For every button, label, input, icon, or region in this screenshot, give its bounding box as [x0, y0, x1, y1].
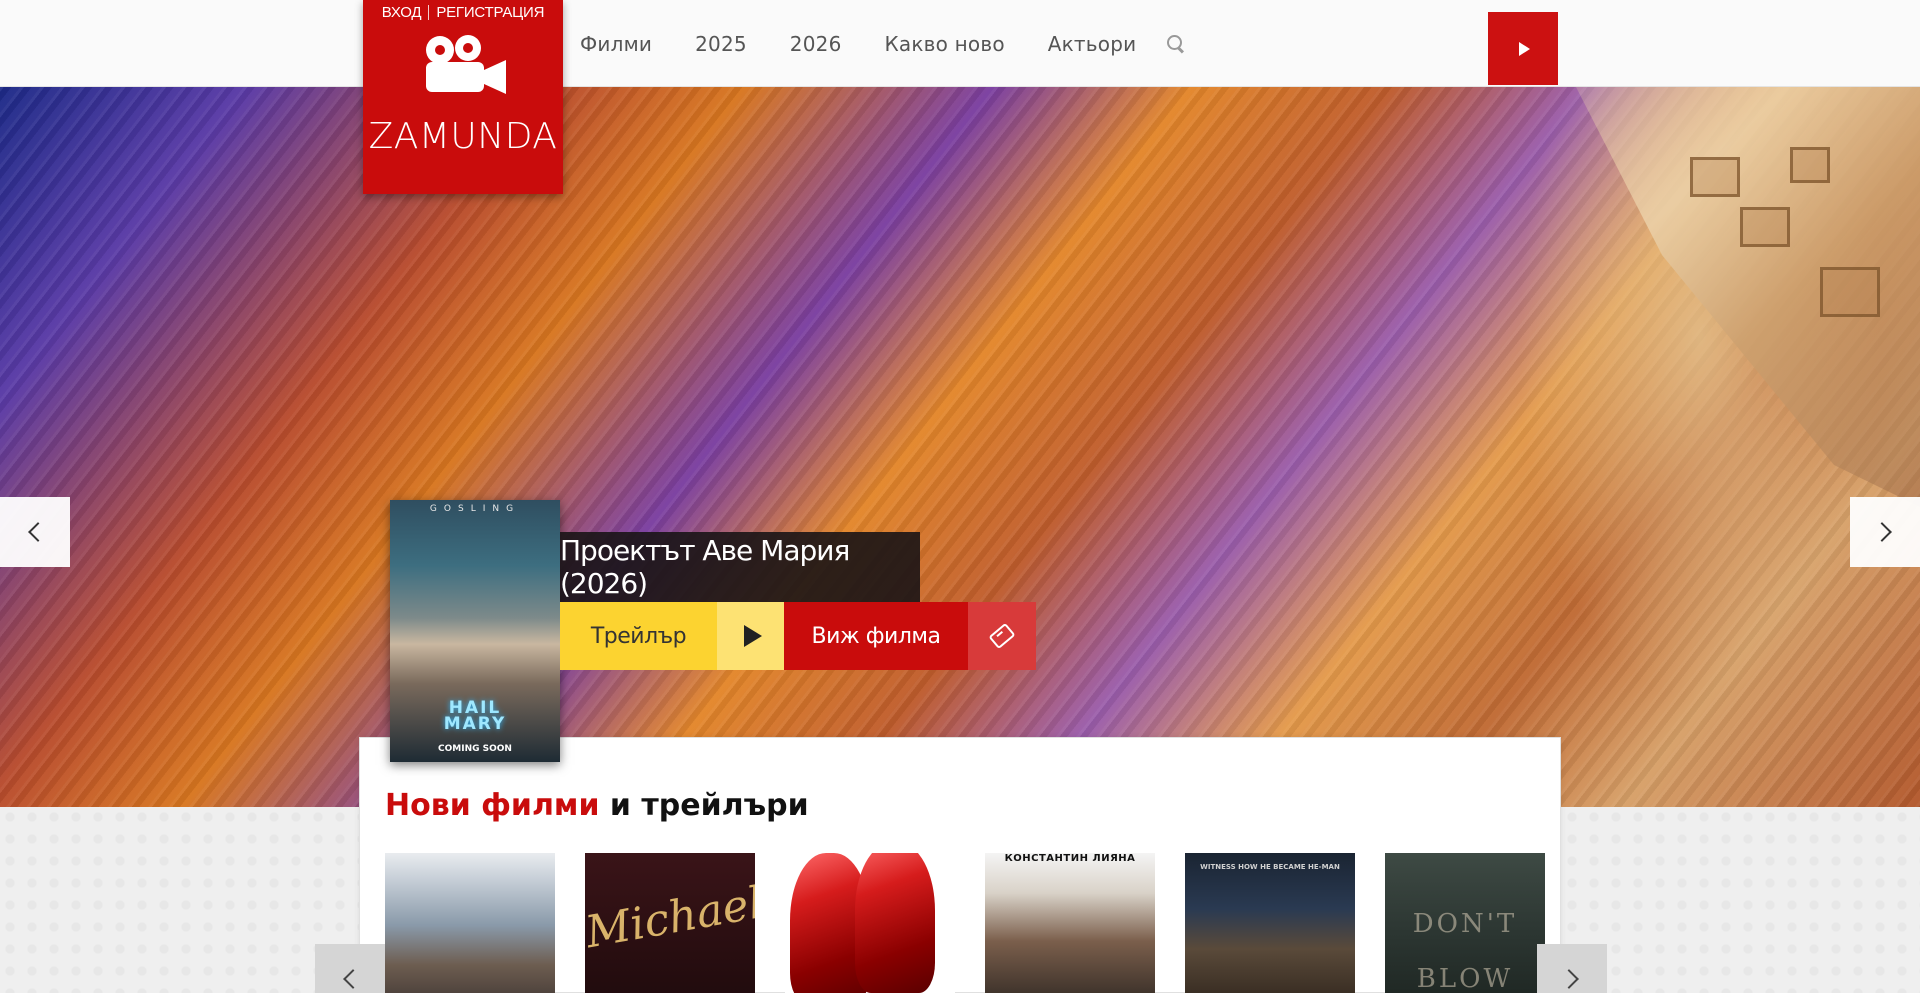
- nav-item-2025[interactable]: 2025: [695, 32, 747, 56]
- trailer-button[interactable]: Трейлър: [560, 602, 784, 670]
- chevron-right-icon: [1559, 969, 1579, 989]
- ship-panel: [1690, 157, 1740, 197]
- movie-thumb-text: Michael: [585, 877, 755, 959]
- movie-thumb[interactable]: Michael: [585, 853, 755, 993]
- movie-thumb[interactable]: WITNESS HOW HE BECAME HE-MAN: [1185, 853, 1355, 993]
- ship-panel: [1790, 147, 1830, 183]
- register-link[interactable]: РЕГИСТРАЦИЯ: [436, 4, 544, 21]
- chevron-right-icon: [1872, 522, 1892, 542]
- poster-title: HAIL MARY: [390, 700, 560, 734]
- auth-divider: [428, 5, 430, 20]
- movie-camera-icon: [426, 35, 506, 94]
- site-logo[interactable]: ВХОД РЕГИСТРАЦИЯ ZAMUNDA: [363, 0, 563, 194]
- login-link[interactable]: ВХОД: [382, 4, 422, 21]
- play-icon: [743, 625, 762, 647]
- search-icon[interactable]: [1165, 33, 1187, 55]
- nav-item-actors[interactable]: Актьори: [1048, 32, 1137, 56]
- movie-thumb[interactable]: КОНСТАНТИН ЛИЯНА: [985, 853, 1155, 993]
- carousel-next-button[interactable]: [1537, 944, 1607, 993]
- ticket-icon: [988, 622, 1016, 650]
- movie-thumb[interactable]: [785, 853, 955, 993]
- movie-thumb-text: DON'T BLOW: [1412, 909, 1518, 993]
- main-nav: Филми 2025 2026 Какво ново Актьори: [580, 0, 1187, 87]
- red-heel-shape: [855, 853, 935, 993]
- poster-title-line2: MARY: [443, 714, 507, 734]
- movie-thumb[interactable]: [385, 853, 555, 993]
- movie-thumb[interactable]: DON'T BLOW: [1385, 853, 1545, 993]
- trailer-button-icon-area: [717, 602, 784, 670]
- section-title-rest: и трейлъри: [609, 788, 809, 823]
- carousel-prev-button[interactable]: [315, 944, 385, 993]
- chevron-left-icon: [343, 969, 363, 989]
- hero-banner: [0, 87, 1920, 807]
- watch-movie-button-label: Виж филма: [784, 602, 968, 670]
- hero-next-button[interactable]: [1850, 497, 1920, 567]
- section-title: Нови филми и трейлъри: [385, 788, 809, 823]
- header-play-button[interactable]: [1488, 12, 1558, 85]
- section-title-highlight: Нови филми: [385, 788, 600, 823]
- ship-panel: [1820, 267, 1880, 317]
- hero-movie-title[interactable]: Проектът Аве Мария (2026): [560, 532, 920, 602]
- play-icon: [1519, 41, 1530, 56]
- watch-movie-button[interactable]: Виж филма: [784, 602, 1036, 670]
- watch-movie-button-icon-area: [968, 602, 1036, 670]
- movie-thumb-text: КОНСТАНТИН ЛИЯНА: [1004, 853, 1136, 864]
- top-header: Филми 2025 2026 Какво ново Актьори: [0, 0, 1920, 87]
- movie-carousel: Michael КОНСТАНТИН ЛИЯНА WITNESS HOW HE …: [385, 853, 1555, 993]
- trailer-button-label: Трейлър: [560, 602, 717, 670]
- brand-name: ZAMUNDA: [368, 116, 558, 157]
- auth-links: ВХОД РЕГИСТРАЦИЯ: [363, 4, 563, 21]
- hero-spaceship-art: [1576, 87, 1920, 507]
- hero-prev-button[interactable]: [0, 497, 70, 567]
- chevron-left-icon: [28, 522, 48, 542]
- nav-item-films[interactable]: Филми: [580, 32, 652, 56]
- hero-movie-poster[interactable]: GOSLING HAIL MARY COMING SOON: [390, 500, 560, 762]
- poster-actor-text: GOSLING: [429, 504, 521, 514]
- nav-item-2026[interactable]: 2026: [790, 32, 842, 56]
- nav-item-whats-new[interactable]: Какво ново: [885, 32, 1005, 56]
- ship-panel: [1740, 207, 1790, 247]
- poster-coming-soon: COMING SOON: [438, 744, 512, 754]
- new-movies-section: Нови филми и трейлъри Michael КОНСТАНТИН…: [359, 737, 1561, 993]
- movie-thumb-text: WITNESS HOW HE BECAME HE-MAN: [1200, 863, 1340, 871]
